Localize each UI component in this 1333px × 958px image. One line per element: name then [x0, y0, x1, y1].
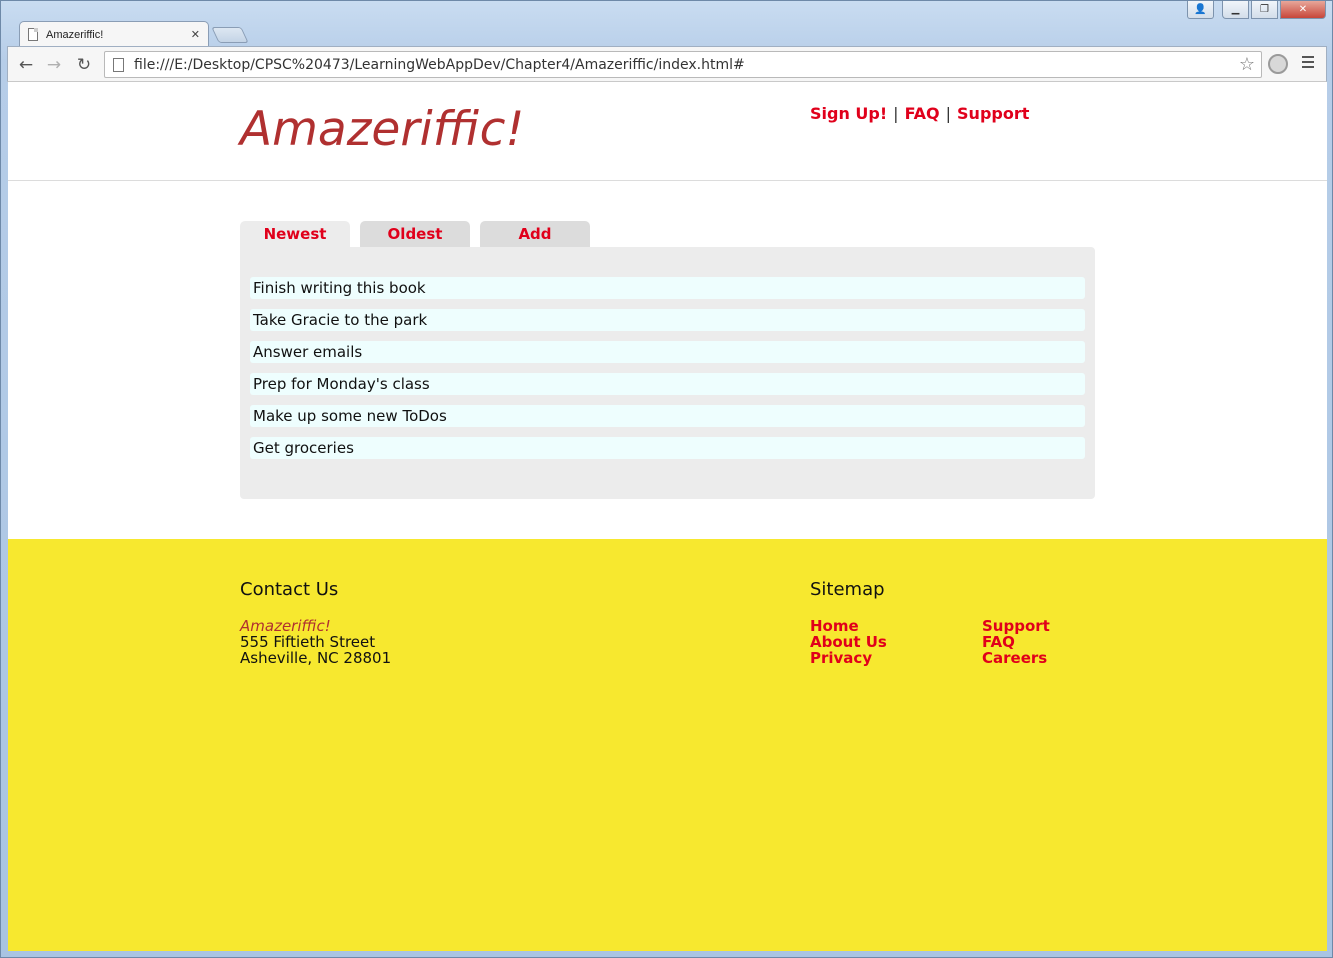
todo-tabs: Newest Oldest Add: [240, 221, 600, 247]
sitemap-columns: Home About Us Privacy Support FAQ Career…: [810, 618, 1210, 666]
sitemap-careers-link[interactable]: Careers: [982, 650, 1154, 666]
browser-window: 👤 ▁ ❐ ✕ Amazeriffic! ✕ ← → ↻ file:///E:/…: [0, 0, 1333, 958]
browser-toolbar: ← → ↻ file:///E:/Desktop/CPSC%20473/Lear…: [7, 46, 1327, 82]
sitemap-heading: Sitemap: [810, 579, 885, 600]
site-logo: Amazeriffic!: [240, 102, 525, 157]
tab-title: Amazeriffic!: [46, 28, 104, 41]
maximize-button[interactable]: ❐: [1251, 1, 1278, 19]
tab-add[interactable]: Add: [480, 221, 590, 247]
sitemap-privacy-link[interactable]: Privacy: [810, 650, 982, 666]
bookmark-star-icon[interactable]: ☆: [1239, 54, 1255, 75]
nav-separator: |: [893, 104, 899, 123]
todo-item: Answer emails: [250, 341, 1085, 363]
url-text[interactable]: file:///E:/Desktop/CPSC%20473/LearningWe…: [134, 57, 1239, 73]
document-icon: [113, 57, 124, 72]
forward-arrow-icon[interactable]: →: [44, 55, 64, 75]
todo-item: Get groceries: [250, 437, 1085, 459]
contact-street: 555 Fiftieth Street: [240, 633, 376, 651]
faq-link[interactable]: FAQ: [905, 104, 940, 123]
main-content: Newest Oldest Add Finish writing this bo…: [8, 181, 1327, 539]
sitemap-faq-link[interactable]: FAQ: [982, 634, 1154, 650]
back-arrow-icon[interactable]: ←: [16, 55, 36, 75]
new-tab-button[interactable]: [211, 27, 249, 43]
sitemap-column-1: Home About Us Privacy: [810, 618, 982, 666]
tab-oldest[interactable]: Oldest: [360, 221, 470, 247]
user-profile-icon[interactable]: 👤: [1187, 1, 1214, 19]
window-controls: 👤 ▁ ❐ ✕: [1187, 1, 1326, 19]
contact-heading: Contact Us: [240, 579, 339, 600]
site-footer: Contact Us Amazeriffic! 555 Fiftieth Str…: [8, 539, 1327, 951]
sitemap-support-link[interactable]: Support: [982, 618, 1154, 634]
contact-section: Contact Us Amazeriffic! 555 Fiftieth Str…: [240, 579, 391, 666]
reload-icon[interactable]: ↻: [74, 55, 94, 75]
tab-strip: Amazeriffic! ✕: [9, 21, 609, 47]
extension-icon[interactable]: [1268, 54, 1288, 74]
contact-brand: Amazeriffic!: [240, 617, 331, 635]
todo-item: Take Gracie to the park: [250, 309, 1085, 331]
hamburger-menu-icon[interactable]: [1302, 56, 1314, 71]
support-link[interactable]: Support: [957, 104, 1029, 123]
todo-panel: Finish writing this book Take Gracie to …: [240, 247, 1095, 499]
page-icon: [28, 28, 38, 41]
address-bar[interactable]: file:///E:/Desktop/CPSC%20473/LearningWe…: [104, 51, 1262, 78]
minimize-button[interactable]: ▁: [1222, 1, 1249, 19]
todo-item: Prep for Monday's class: [250, 373, 1085, 395]
browser-tab[interactable]: Amazeriffic! ✕: [19, 21, 209, 47]
contact-city: Asheville, NC 28801: [240, 649, 392, 667]
todo-item: Finish writing this book: [250, 277, 1085, 299]
sitemap-about-link[interactable]: About Us: [810, 634, 982, 650]
signup-link[interactable]: Sign Up!: [810, 104, 887, 123]
site-header: Amazeriffic! Sign Up! | FAQ | Support: [8, 82, 1327, 181]
page-viewport: Amazeriffic! Sign Up! | FAQ | Support Newest…: [8, 82, 1327, 951]
close-window-button[interactable]: ✕: [1280, 1, 1326, 19]
tab-close-icon[interactable]: ✕: [191, 28, 200, 41]
todo-item: Make up some new ToDos: [250, 405, 1085, 427]
sitemap-column-2: Support FAQ Careers: [982, 618, 1154, 666]
tab-newest[interactable]: Newest: [240, 221, 350, 247]
sitemap-home-link[interactable]: Home: [810, 618, 982, 634]
top-nav: Sign Up! | FAQ | Support: [810, 104, 1029, 123]
nav-separator: |: [945, 104, 952, 123]
sitemap-section: Sitemap Home About Us Privacy Support FA…: [810, 579, 1210, 666]
